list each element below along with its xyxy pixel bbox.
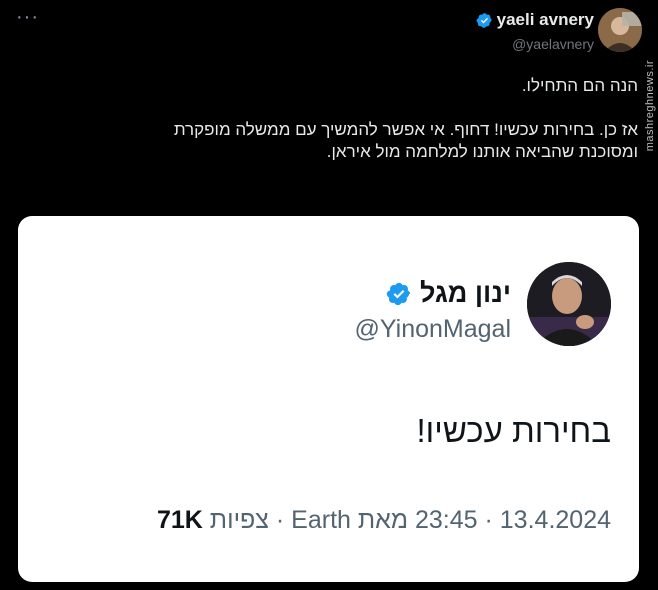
meta-separator: · — [477, 506, 493, 534]
author-name-line[interactable]: yaeli avnery — [476, 10, 594, 30]
verified-badge-icon — [476, 12, 492, 28]
quoted-avatar-image — [527, 262, 611, 346]
tweet-line-gap — [38, 97, 638, 119]
quoted-source: מאת Earth — [291, 506, 409, 534]
quoted-author-name-line[interactable]: ינון מגל — [386, 278, 511, 309]
tweet-header: ··· yaeli avnery @yaelavnery — [0, 0, 658, 60]
quoted-tweet-meta: 13.4.2024 · 23:45 מאת Earth · צפיות 71K — [157, 506, 611, 535]
author-handle[interactable]: @yaelavnery — [512, 36, 594, 52]
tweet-text: הנה הם התחילו. אז כן. בחירות עכשיו! דחוף… — [38, 75, 638, 163]
verified-badge-icon — [386, 282, 411, 305]
more-options-icon[interactable]: ··· — [16, 6, 39, 29]
quoted-tweet-card[interactable]: ינון מגל @YinonMagal בחירות עכשיו! 13.4.… — [18, 216, 639, 582]
meta-separator: · — [268, 506, 285, 534]
author-display-name: yaeli avnery — [496, 10, 594, 29]
quoted-avatar[interactable] — [527, 262, 611, 346]
quoted-author-name: ינון מגל — [419, 278, 511, 308]
quoted-tweet-text: בחירות עכשיו! — [416, 412, 611, 449]
quoted-time[interactable]: 23:45 — [415, 506, 478, 534]
quoted-author-handle[interactable]: @YinonMagal — [355, 315, 511, 344]
tweet-line: אז כן. בחירות עכשיו! דחוף. אי אפשר להמשי… — [173, 120, 638, 139]
quoted-date[interactable]: 13.4.2024 — [500, 506, 611, 534]
tweet-line: הנה הם התחילו. — [521, 76, 638, 95]
watermark-text: mashreghnews.ir — [644, 60, 656, 152]
views-label: צפיות — [209, 506, 269, 534]
views-count: 71K — [156, 506, 203, 534]
tweet-line: ומסוכנת שהביאה אותנו למלחמה מול איראן. — [326, 142, 638, 161]
